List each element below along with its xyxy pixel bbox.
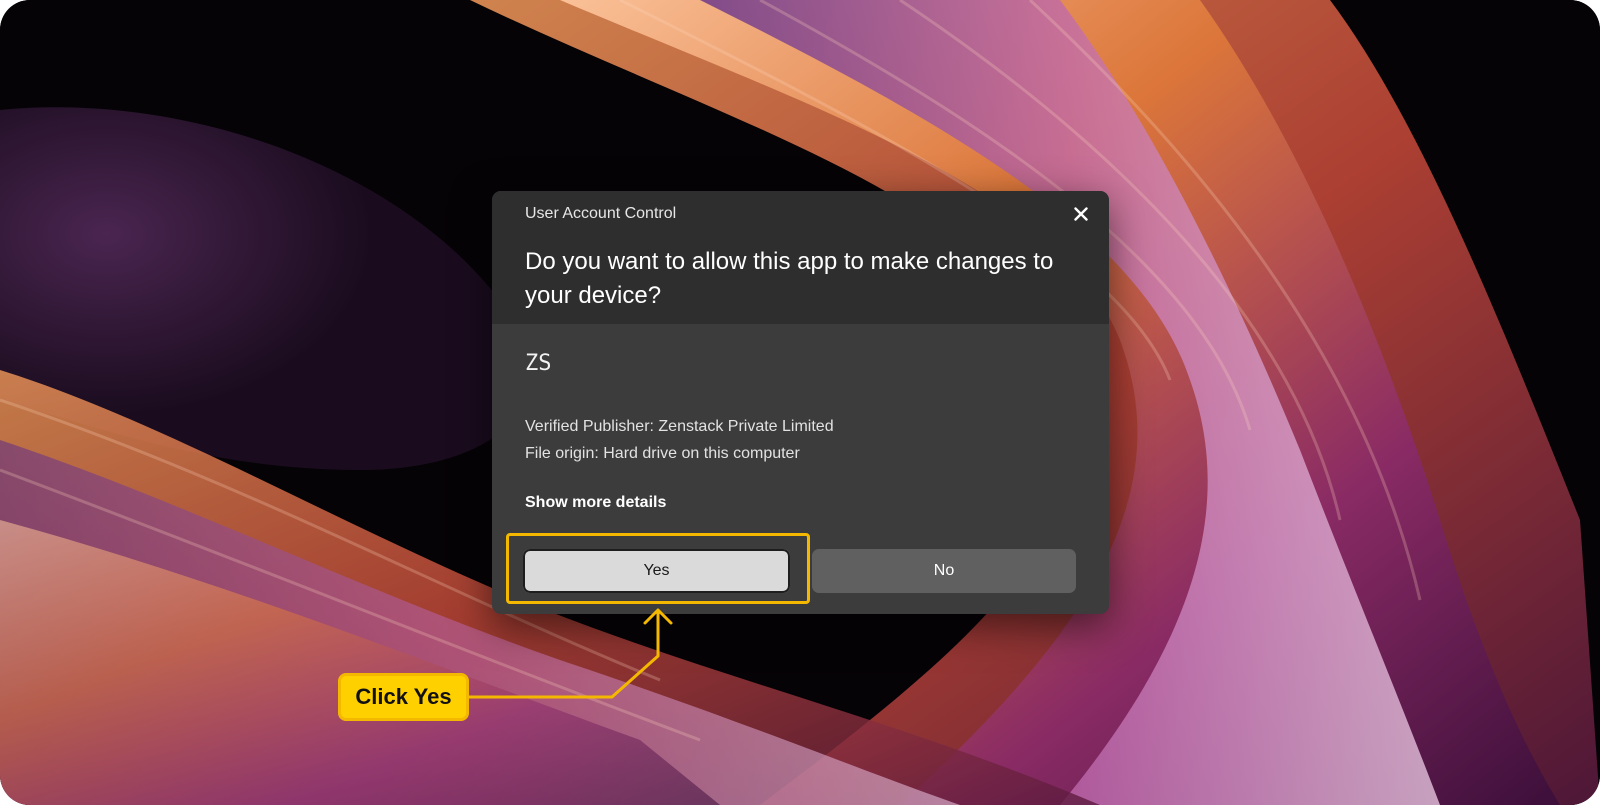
show-more-details-link[interactable]: Show more details	[525, 494, 666, 512]
file-origin-info: File origin: Hard drive on this computer	[525, 445, 800, 462]
close-icon	[1074, 207, 1088, 221]
publisher-info: Verified Publisher: Zenstack Private Lim…	[525, 418, 834, 435]
no-button[interactable]: No	[812, 549, 1076, 593]
dialog-question: Do you want to allow this app to make ch…	[525, 248, 1054, 309]
dialog-caption: User Account Control	[525, 205, 677, 222]
click-yes-callout: Click Yes	[338, 673, 469, 721]
dialog-header: User Account Control Do you want to allo…	[492, 191, 1109, 324]
yes-button-highlight	[506, 533, 810, 604]
desktop: User Account Control Do you want to allo…	[0, 0, 1600, 805]
app-name: ZS	[525, 351, 552, 376]
close-button[interactable]	[1068, 201, 1094, 227]
